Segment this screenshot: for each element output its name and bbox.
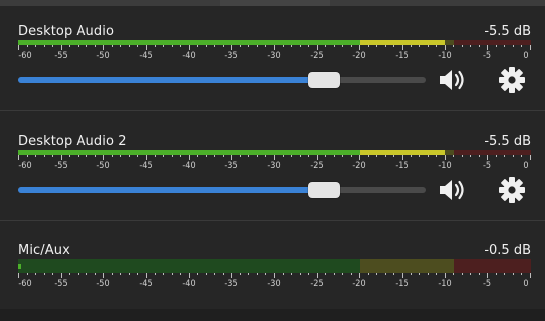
meter-input-indicator [18, 264, 21, 269]
meter-tick-label: -50 [96, 161, 110, 171]
meter-tick-label: -35 [224, 51, 238, 61]
channel-db-readout: -5.5 dB [484, 24, 531, 39]
meter-tick-label: -60 [18, 51, 32, 61]
meter-segment-red [454, 259, 531, 273]
meter-tick-label: -25 [310, 51, 324, 61]
meter-tick-label: -15 [395, 51, 409, 61]
volume-slider-fill [18, 187, 324, 193]
meter-tick-label: 0 [523, 279, 529, 289]
speaker-volume-icon[interactable] [437, 65, 467, 95]
channel-db-readout: -5.5 dB [484, 134, 531, 149]
meter-tick-label: 0 [523, 161, 529, 171]
meter-tick-label: 0 [523, 51, 529, 61]
channel-name: Desktop Audio [18, 24, 114, 39]
meter-tick-label: -20 [352, 279, 366, 289]
mixer-channel: Mic/Aux -0.5 dB -60 -55 -50 -45 -40 -35 -30 -25 -2… [0, 225, 545, 321]
meter-tick-label: -55 [54, 51, 68, 61]
gear-icon[interactable] [497, 65, 527, 95]
volume-slider[interactable] [18, 69, 426, 91]
gear-icon[interactable] [497, 175, 527, 205]
meter-segment-yellow [360, 259, 455, 273]
channel-separator [0, 110, 545, 111]
volume-slider[interactable] [18, 179, 426, 201]
meter-tick-label: -60 [18, 161, 32, 171]
meter-tick-label: -40 [182, 161, 196, 171]
meter-tick-label: -5 [483, 51, 492, 61]
meter-tick-label: -10 [438, 161, 452, 171]
meter-tick-label: -5 [483, 279, 492, 289]
meter-tick-label: -35 [224, 279, 238, 289]
audio-mixer-panel: Desktop Audio -5.5 dB -60 -55 -50 -45 -40 -35 -3… [0, 0, 545, 309]
meter-tick-label: -25 [310, 161, 324, 171]
channel-separator [0, 220, 545, 221]
meter-segment-green [18, 259, 360, 273]
meter-tick-label: -5 [483, 161, 492, 171]
level-meter [18, 259, 531, 273]
channel-name: Desktop Audio 2 [18, 134, 127, 149]
volume-slider-handle[interactable] [308, 72, 340, 88]
mixer-channel: Desktop Audio -5.5 dB -60 -55 -50 -45 -40 -35 -3… [0, 6, 545, 102]
meter-scale: -60 -55 -50 -45 -40 -35 -30 -25 -20 -15 -10 -5 0 [18, 45, 531, 67]
speaker-volume-icon[interactable] [437, 175, 467, 205]
mixer-channel: Desktop Audio 2 -5.5 dB -60 -55 -50 -45 -40 -35… [0, 116, 545, 212]
meter-scale: -60 -55 -50 -45 -40 -35 -30 -25 -20 -15 -10 -5 0 [18, 155, 531, 177]
channel-name: Mic/Aux [18, 243, 70, 258]
meter-tick-label: -40 [182, 51, 196, 61]
meter-tick-label: -40 [182, 279, 196, 289]
meter-tick-label: -15 [395, 161, 409, 171]
meter-scale: -60 -55 -50 -45 -40 -35 -30 -25 -20 -15 -10 -5 0 [18, 273, 531, 295]
meter-tick-label: -25 [310, 279, 324, 289]
meter-tick-label: -30 [267, 279, 281, 289]
volume-slider-fill [18, 77, 324, 83]
volume-slider-handle[interactable] [308, 182, 340, 198]
meter-tick-label: -55 [54, 279, 68, 289]
meter-tick-label: -50 [96, 279, 110, 289]
meter-tick-label: -50 [96, 51, 110, 61]
meter-tick-label: -30 [267, 161, 281, 171]
meter-tick-label: -20 [352, 51, 366, 61]
meter-tick-label: -10 [438, 279, 452, 289]
meter-tick-label: -10 [438, 51, 452, 61]
meter-tick-label: -45 [139, 51, 153, 61]
meter-tick-label: -60 [18, 279, 32, 289]
meter-tick-label: -45 [139, 161, 153, 171]
meter-tick-label: -15 [395, 279, 409, 289]
meter-tick-label: -45 [139, 279, 153, 289]
meter-tick-label: -20 [352, 161, 366, 171]
meter-tick-label: -35 [224, 161, 238, 171]
meter-tick-label: -30 [267, 51, 281, 61]
channel-db-readout: -0.5 dB [484, 243, 531, 258]
meter-tick-label: -55 [54, 161, 68, 171]
